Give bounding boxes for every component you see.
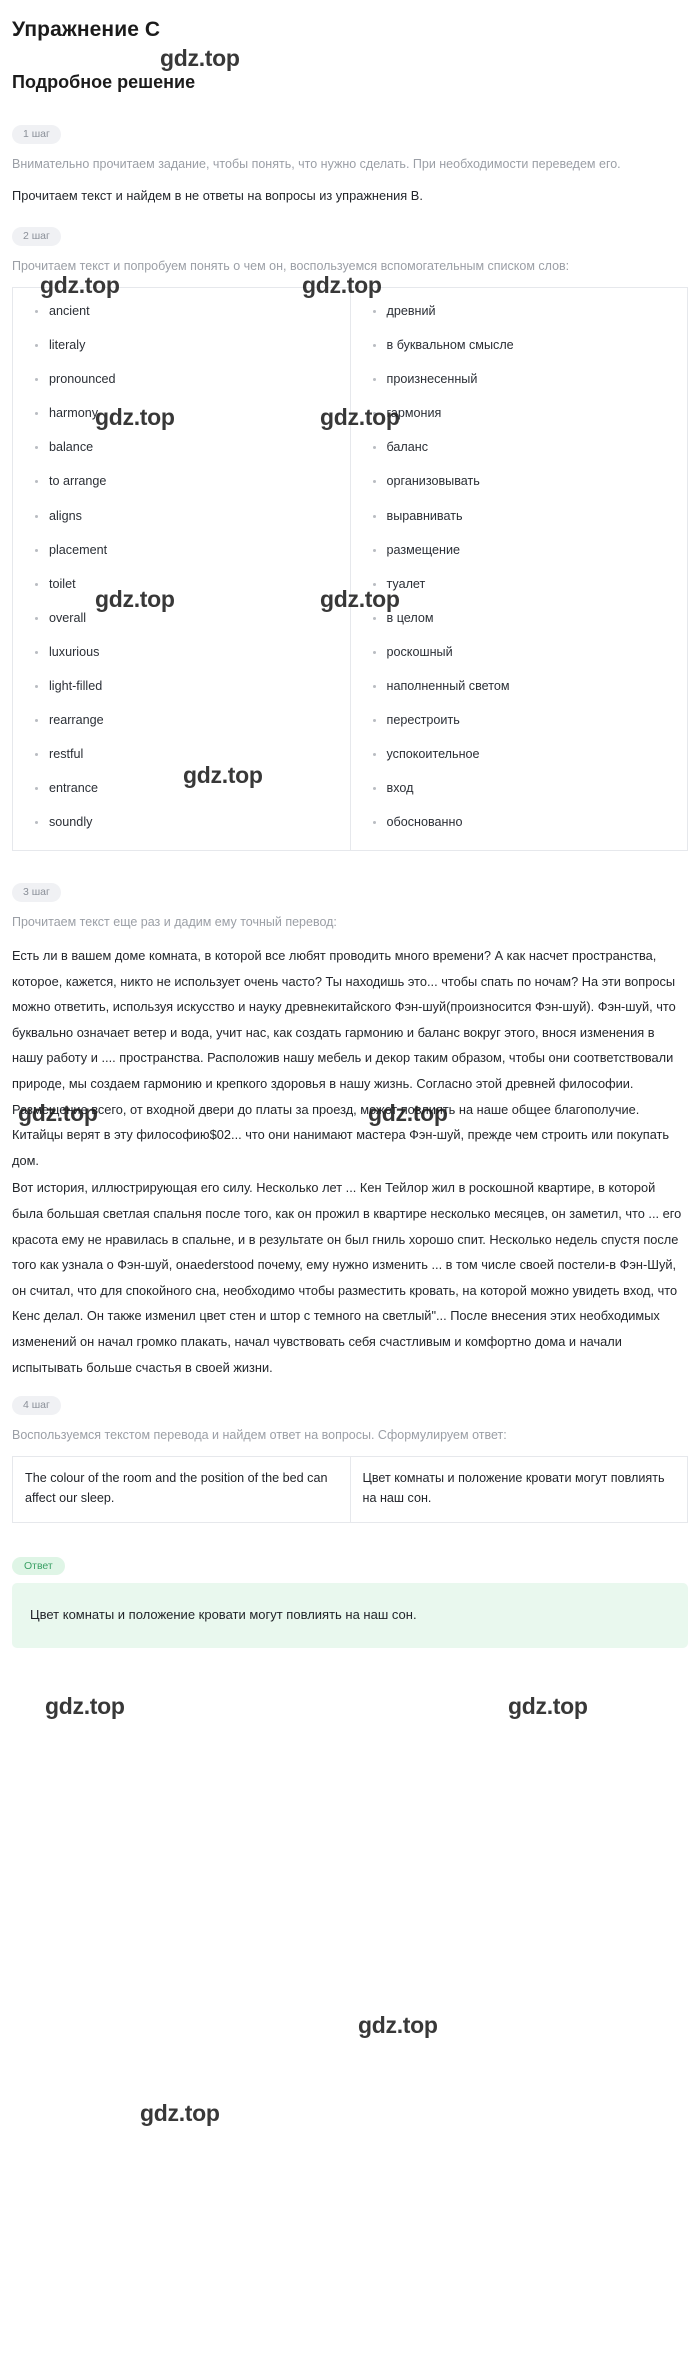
step-2-section: 2 шаг Прочитаем текст и попробуем понять…	[12, 213, 688, 851]
answer-box: Цвет комнаты и положение кровати могут п…	[12, 1583, 688, 1649]
list-item: вход	[372, 782, 678, 795]
list-item: туалет	[372, 578, 678, 591]
translation-paragraph-2: Вот история, иллюстрирующая его силу. Не…	[12, 1180, 682, 1375]
table-row: The colour of the room and the position …	[12, 1456, 688, 1523]
list-item: aligns	[35, 509, 340, 523]
answer-russian-cell: Цвет комнаты и положение кровати могут п…	[362, 1471, 665, 1506]
solution-page: Упражнение C Подробное решение 1 шаг Вни…	[0, 0, 700, 1649]
list-item: произнесенный	[372, 373, 678, 386]
list-item: наполненный светом	[372, 680, 678, 693]
solution-heading: Подробное решение	[12, 72, 196, 92]
watermark-text: gdz.top	[508, 1693, 588, 1719]
answer-badge: Ответ	[12, 1556, 65, 1576]
list-item: toilet	[35, 578, 340, 591]
step-badge-3: 3 шаг	[12, 883, 61, 902]
translation-paragraph-1: Есть ли в вашем доме комната, в которой …	[12, 948, 676, 1168]
watermark-text: gdz.top	[358, 2012, 438, 2038]
list-item: выравнивать	[372, 509, 678, 523]
list-item: роскошный	[372, 646, 678, 659]
step-3-section: 3 шаг Прочитаем текст еще раз и дадим ем…	[12, 869, 688, 1380]
step-2-instruction: Прочитаем текст и попробуем понять о чем…	[12, 258, 570, 273]
answer-section: Ответ Цвет комнаты и положение кровати м…	[12, 1543, 688, 1649]
list-item: overall	[35, 612, 340, 625]
step-badge-1: 1 шаг	[12, 125, 61, 144]
watermark-text: gdz.top	[45, 1693, 125, 1719]
step-1-section: 1 шаг Внимательно прочитаем задание, что…	[12, 111, 688, 207]
step-1-instruction: Внимательно прочитаем задание, чтобы пон…	[12, 156, 621, 171]
list-item: в целом	[372, 612, 678, 625]
list-item: гармония	[372, 407, 678, 420]
list-item: в буквальном смысле	[372, 339, 678, 352]
vocabulary-table: ancient literaly pronounced harmony bala…	[12, 287, 688, 851]
list-item: обоснованно	[372, 816, 678, 829]
list-item: ancient	[35, 305, 340, 318]
answer-english-cell: The colour of the room and the position …	[12, 1456, 351, 1523]
list-item: balance	[35, 441, 340, 454]
list-item: to arrange	[35, 475, 340, 488]
step-badge-4: 4 шаг	[12, 1396, 61, 1415]
vocabulary-russian-list: древний в буквальном смысле произнесенны…	[351, 288, 688, 850]
page-title: Упражнение C	[12, 18, 161, 41]
list-item: placement	[35, 544, 340, 557]
list-item: организовывать	[372, 475, 678, 488]
list-item: перестроить	[372, 714, 678, 727]
step-3-instruction: Прочитаем текст еще раз и дадим ему точн…	[12, 914, 337, 929]
list-item: literaly	[35, 339, 340, 352]
vocabulary-russian-column: древний в буквальном смысле произнесенны…	[350, 288, 688, 851]
vocabulary-english-list: ancient literaly pronounced harmony bala…	[13, 288, 350, 850]
list-item: soundly	[35, 816, 340, 829]
list-item: harmony	[35, 407, 340, 420]
step-1-task: Прочитаем текст и найдем в не ответы на …	[12, 188, 423, 203]
answer-pair-table: The colour of the room and the position …	[12, 1456, 688, 1523]
list-item: pronounced	[35, 373, 340, 386]
list-item: luxurious	[35, 646, 340, 659]
step-badge-2: 2 шаг	[12, 227, 61, 246]
list-item: light-filled	[35, 680, 340, 693]
list-item: rearrange	[35, 714, 340, 727]
watermark-text: gdz.top	[140, 2100, 220, 2126]
step-4-instruction: Воспользуемся текстом перевода и найдем …	[12, 1427, 507, 1442]
vocabulary-english-column: ancient literaly pronounced harmony bala…	[12, 287, 351, 851]
list-item: restful	[35, 748, 340, 761]
step-4-section: 4 шаг Воспользуемся текстом перевода и н…	[12, 1382, 688, 1523]
list-item: размещение	[372, 544, 678, 557]
list-item: древний	[372, 305, 678, 318]
list-item: баланс	[372, 441, 678, 454]
list-item: entrance	[35, 782, 340, 795]
list-item: успокоительное	[372, 748, 678, 761]
